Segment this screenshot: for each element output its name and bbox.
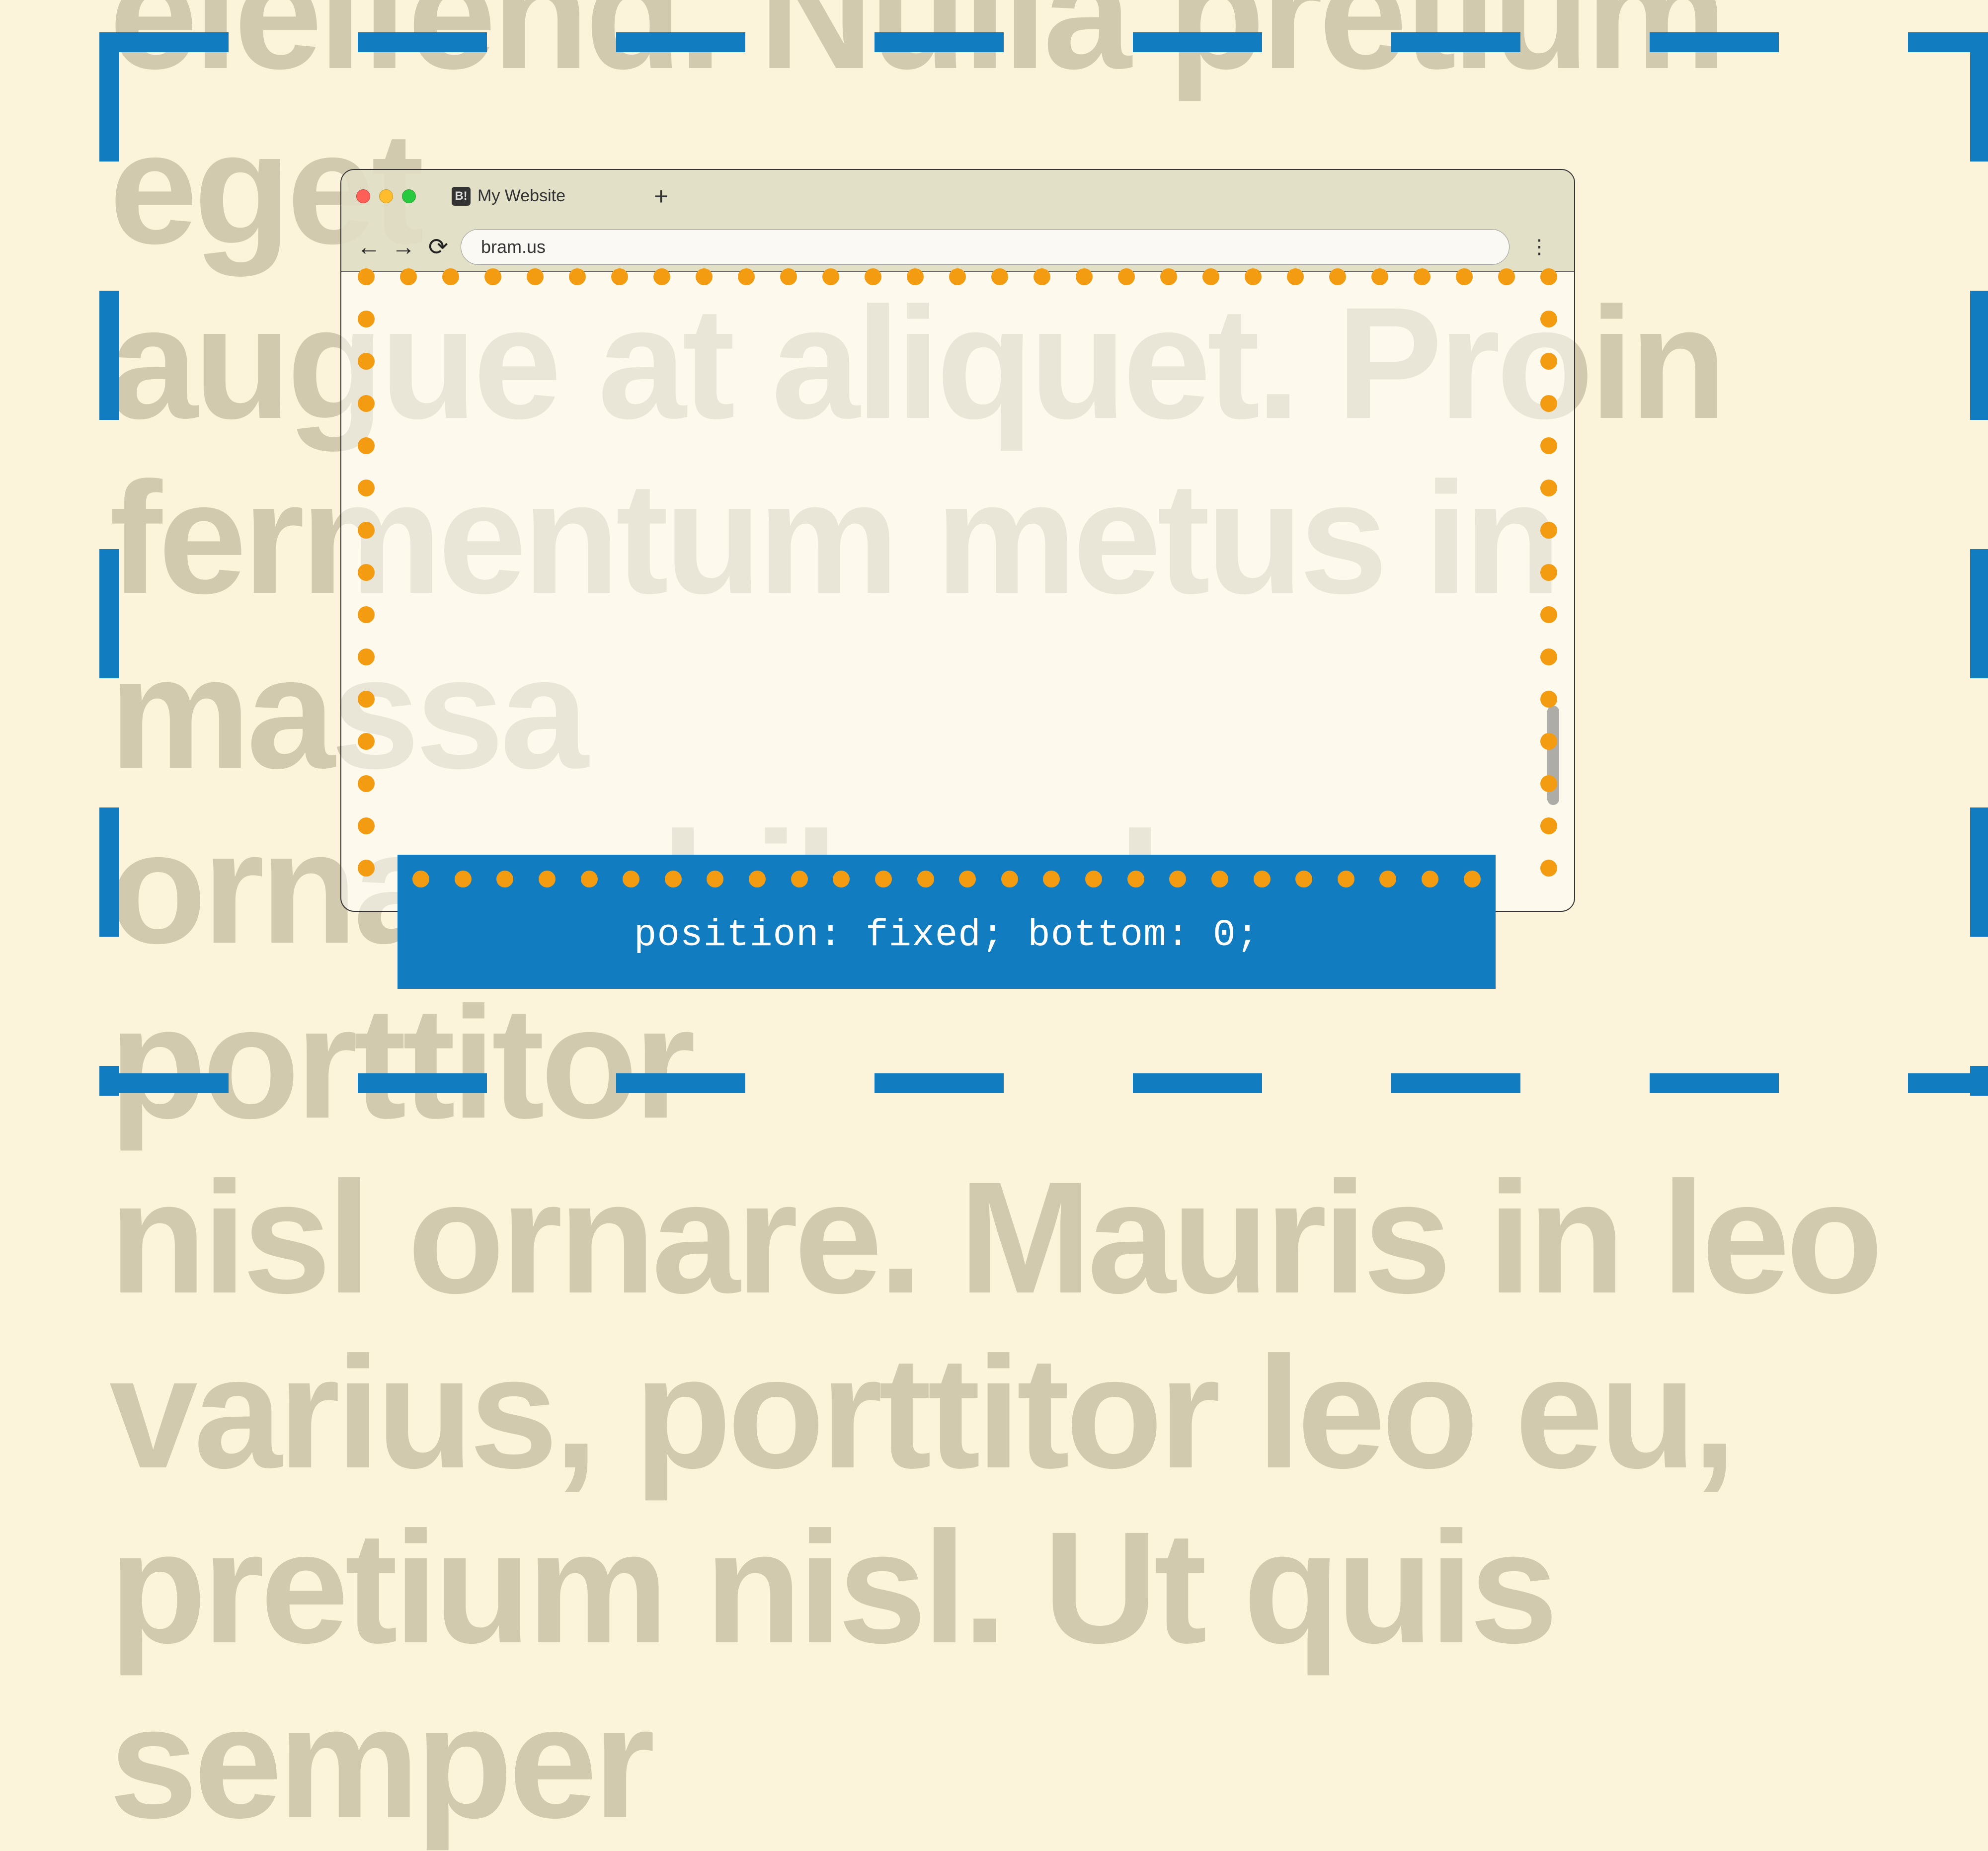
browser-menu-button[interactable]: ⋮	[1519, 236, 1559, 258]
scrollbar-thumb[interactable]	[1547, 706, 1559, 805]
footer-top-dotted-edge	[412, 871, 1481, 890]
url-input[interactable]: bram.us	[461, 229, 1510, 265]
browser-window: B! My Website + ← → ⟳ bram.us ⋮	[340, 169, 1575, 912]
window-close-button[interactable]	[356, 189, 370, 203]
browser-tab[interactable]: B! My Website	[440, 178, 625, 214]
tab-bar: B! My Website +	[341, 170, 1574, 222]
forward-button[interactable]: →	[391, 234, 416, 261]
back-button[interactable]: ←	[356, 234, 381, 261]
window-maximize-button[interactable]	[402, 189, 416, 203]
window-minimize-button[interactable]	[379, 189, 393, 203]
reload-button[interactable]: ⟳	[426, 233, 451, 261]
tab-title: My Website	[477, 186, 565, 206]
address-bar: ← → ⟳ bram.us ⋮	[341, 222, 1574, 272]
browser-chrome: B! My Website + ← → ⟳ bram.us ⋮	[341, 170, 1574, 272]
new-tab-button[interactable]: +	[654, 182, 668, 211]
css-declaration-text: position: fixed; bottom: 0;	[634, 914, 1259, 957]
fixed-position-element: position: fixed; bottom: 0;	[398, 855, 1496, 989]
favicon-icon: B!	[452, 187, 471, 206]
